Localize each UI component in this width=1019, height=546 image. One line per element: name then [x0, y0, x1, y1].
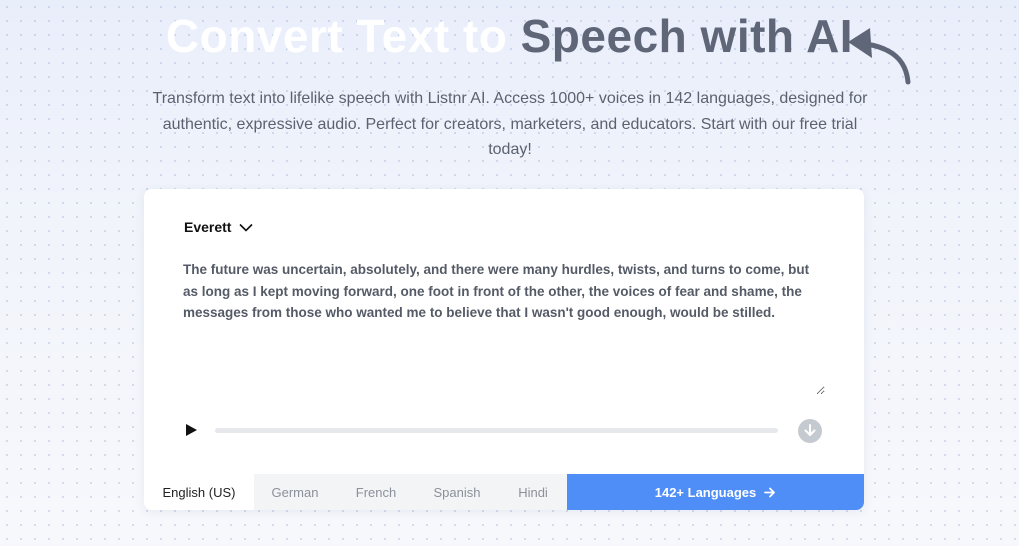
voice-selector[interactable]: Everett: [184, 219, 254, 235]
download-icon: [804, 424, 816, 436]
hero-subtitle: Transform text into lifelike speech with…: [152, 90, 868, 158]
tts-editor-card: Everett The future was uncertain, absolu…: [144, 189, 864, 510]
hero-title-dark: Speech with AI: [520, 10, 854, 62]
arrow-right-icon: [764, 487, 776, 497]
language-tab-spanish[interactable]: Spanish: [416, 474, 498, 510]
hero-title-light: Convert Text to: [165, 10, 508, 62]
more-languages-label: 142+ Languages: [654, 484, 757, 500]
language-tab-german[interactable]: German: [254, 474, 336, 510]
language-bar: English (US) German French Spanish Hindi…: [144, 474, 864, 510]
language-tab-french[interactable]: French: [336, 474, 416, 510]
download-button[interactable]: [798, 419, 822, 443]
audio-player: [184, 419, 824, 443]
playback-progress-bar[interactable]: [215, 428, 778, 433]
chevron-down-icon: [239, 223, 254, 232]
voice-name: Everett: [184, 219, 232, 235]
curved-arrow-icon: [848, 28, 911, 85]
language-tab-english[interactable]: English (US): [144, 474, 254, 510]
play-icon[interactable]: [184, 423, 198, 437]
more-languages-button[interactable]: 142+ Languages: [567, 474, 864, 510]
language-tab-hindi[interactable]: Hindi: [498, 474, 568, 510]
text-input[interactable]: The future was uncertain, absolutely, an…: [183, 259, 825, 395]
